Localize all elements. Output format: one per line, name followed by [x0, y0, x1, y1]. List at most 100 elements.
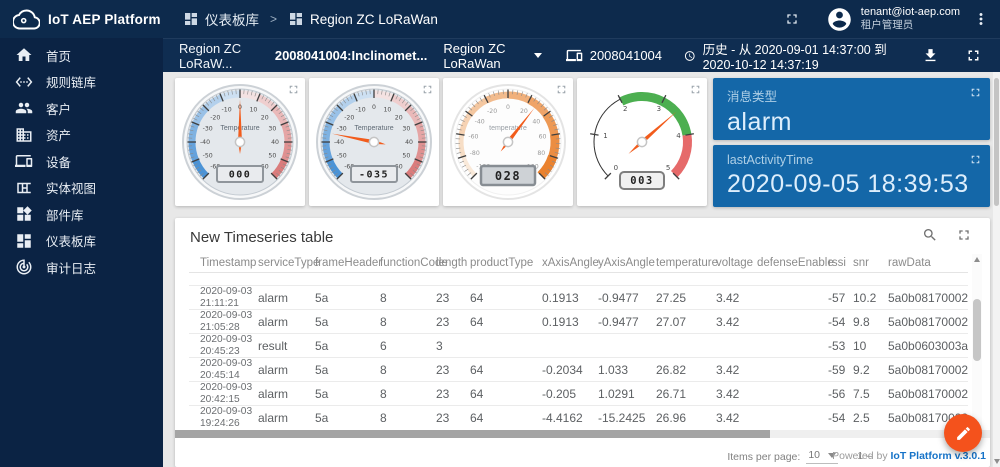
fullscreen-icon[interactable] — [956, 227, 972, 243]
search-icon[interactable] — [922, 227, 938, 243]
column-header-length[interactable]: length — [436, 253, 470, 272]
svg-text:80: 80 — [537, 150, 545, 157]
app-logo[interactable]: IoT AEP Platform — [0, 6, 163, 33]
table-horizontal-scrollbar[interactable] — [175, 430, 990, 438]
column-header-yaxisangle[interactable]: yAxisAngle — [598, 253, 656, 272]
svg-text:-60: -60 — [468, 134, 478, 141]
dashboard-toolbar: Region ZC LoRaW... 2008041004:Inclinomet… — [163, 38, 1000, 72]
column-header-xaxisangle[interactable]: xAxisAngle — [542, 253, 598, 272]
sidebar-item-label: 部件库 — [46, 205, 84, 224]
fullscreen-icon[interactable] — [969, 86, 982, 99]
column-header-defenseenable[interactable]: defenseEnable — [757, 253, 828, 272]
cell-length: 23 — [436, 387, 470, 401]
fullscreen-icon[interactable] — [287, 83, 300, 96]
cell-xaxisangle: -0.2034 — [542, 363, 598, 377]
scroll-down-arrow-icon[interactable] — [994, 459, 1000, 464]
cell-producttype: 64 — [470, 363, 542, 377]
timestamp-cell: 2020-09-0321:11:21 — [200, 286, 258, 309]
cell-servicetype: alarm — [258, 411, 315, 425]
top-header: IoT AEP Platform 仪表板库>Region ZC LoRaWan … — [0, 0, 1000, 38]
scrollbar-thumb[interactable] — [175, 430, 770, 438]
breadcrumb-label: 仪表板库 — [205, 9, 259, 29]
column-header-frameheader[interactable]: frameHeader — [315, 253, 380, 272]
fullscreen-icon[interactable] — [965, 47, 982, 64]
cell-voltage: 3.42 — [716, 387, 757, 401]
svg-text:30: 30 — [268, 126, 276, 133]
cell-voltage: 3.42 — [716, 363, 757, 377]
column-header-producttype[interactable]: productType — [470, 253, 542, 272]
cell-voltage: 3.42 — [716, 291, 757, 305]
sidebar-item-dashboards[interactable]: 仪表板库 — [0, 228, 163, 255]
gauge-widget-battery: 012345003 — [577, 78, 707, 206]
sidebar-item-widget-library[interactable]: 部件库 — [0, 201, 163, 228]
card-label: 消息类型 — [713, 78, 990, 105]
items-per-page-value: 10 — [808, 449, 820, 461]
svg-text:2: 2 — [623, 105, 627, 113]
cell-rawdata: 5a0b0817000201 — [888, 315, 968, 329]
platform-link[interactable]: IoT Platform v.3.0.1 — [891, 450, 987, 462]
column-label: yAxisAngle — [598, 257, 655, 269]
sidebar: 首页规则链库客户资产设备实体视图部件库仪表板库审计日志 — [0, 38, 163, 467]
sidebar-item-label: 审计日志 — [46, 258, 96, 277]
table-header-row: TimestampserviceTypeframeHeaderfunctionC… — [189, 253, 968, 273]
edit-dashboard-fab[interactable] — [944, 414, 982, 452]
cell-rssi: -54 — [828, 411, 853, 425]
table-row: 2020-09-0320:45:14alarm5a82364-0.20341.0… — [189, 358, 968, 382]
dashboard-icon — [15, 232, 33, 250]
timestamp-cell: 21:11:50 — [200, 273, 258, 274]
breadcrumb-item-dashboards[interactable]: 仪表板库 — [183, 9, 259, 29]
fullscreen-icon[interactable] — [969, 153, 982, 166]
column-header-voltage[interactable]: voltage — [716, 253, 757, 272]
svg-text:-10: -10 — [222, 107, 232, 114]
scrollbar-thumb[interactable] — [994, 78, 999, 206]
sidebar-item-home[interactable]: 首页 — [0, 42, 163, 69]
cell-functioncode: 8 — [380, 291, 436, 305]
sidebar-item-entity-views[interactable]: 实体视图 — [0, 175, 163, 202]
sidebar-item-customers[interactable]: 客户 — [0, 95, 163, 122]
fullscreen-icon[interactable] — [689, 83, 702, 96]
user-info[interactable]: tenant@iot-aep.com 租户管理员 — [861, 6, 960, 33]
dashboard-icon — [183, 11, 199, 27]
widgets-icon — [15, 205, 33, 223]
items-per-page-label: Items per page: — [727, 451, 800, 463]
domain-icon — [15, 126, 33, 144]
column-header-snr[interactable]: snr — [853, 253, 888, 272]
cell-producttype: 64 — [470, 315, 542, 329]
cell-yaxisangle: 1.0291 — [598, 387, 656, 401]
fullscreen-icon[interactable] — [784, 11, 800, 27]
svg-text:20: 20 — [395, 114, 403, 121]
column-header-functioncode[interactable]: functionCode — [380, 253, 436, 272]
sidebar-item-assets[interactable]: 资产 — [0, 122, 163, 149]
column-header-rawdata[interactable]: rawData — [888, 253, 968, 272]
settings-ethernet-icon — [15, 73, 33, 91]
sidebar-item-label: 首页 — [46, 46, 71, 65]
more-menu-icon[interactable] — [972, 10, 990, 28]
fullscreen-icon[interactable] — [421, 83, 434, 96]
sidebar-item-rule-chains[interactable]: 规则链库 — [0, 69, 163, 96]
cell-rssi: -59 — [828, 363, 853, 377]
avatar[interactable] — [826, 6, 853, 33]
column-header-rssi[interactable]: rssi — [828, 253, 853, 272]
column-header-temperature[interactable]: temperature — [656, 253, 716, 272]
time-window-button[interactable]: 历史 - 从 2020-09-01 14:37:00 到 2020-10-12 … — [684, 39, 922, 72]
column-header-servicetype[interactable]: serviceType — [258, 253, 315, 272]
cell-temperature: 27.25 — [656, 291, 716, 305]
download-icon[interactable] — [922, 47, 939, 64]
svg-text:50: 50 — [268, 152, 276, 159]
fullscreen-icon[interactable] — [555, 83, 568, 96]
device-icon — [566, 47, 583, 64]
table-vertical-scrollbar[interactable] — [972, 254, 982, 429]
table-paginator: Items per page: 10 1 – Powered by IoT Pl… — [175, 442, 990, 467]
scroll-up-arrow-icon[interactable] — [974, 257, 980, 262]
user-role: 租户管理员 — [861, 19, 960, 32]
page-scrollbar[interactable] — [993, 72, 1000, 467]
cell-servicetype: alarm — [258, 315, 315, 329]
breadcrumb-item-dashboard-current[interactable]: Region ZC LoRaWan — [288, 11, 438, 27]
cell-functioncode: 8 — [380, 387, 436, 401]
column-header-timestamp[interactable]: Timestamp — [200, 253, 258, 272]
sidebar-item-audit-logs[interactable]: 审计日志 — [0, 254, 163, 281]
gauge-widget-temperature-1: -60-50-40-30-20-100102030405060Temperatu… — [175, 78, 305, 206]
state-select[interactable]: Region ZC LoRaWan — [443, 41, 541, 71]
scrollbar-thumb[interactable] — [973, 299, 981, 361]
sidebar-item-devices[interactable]: 设备 — [0, 148, 163, 175]
